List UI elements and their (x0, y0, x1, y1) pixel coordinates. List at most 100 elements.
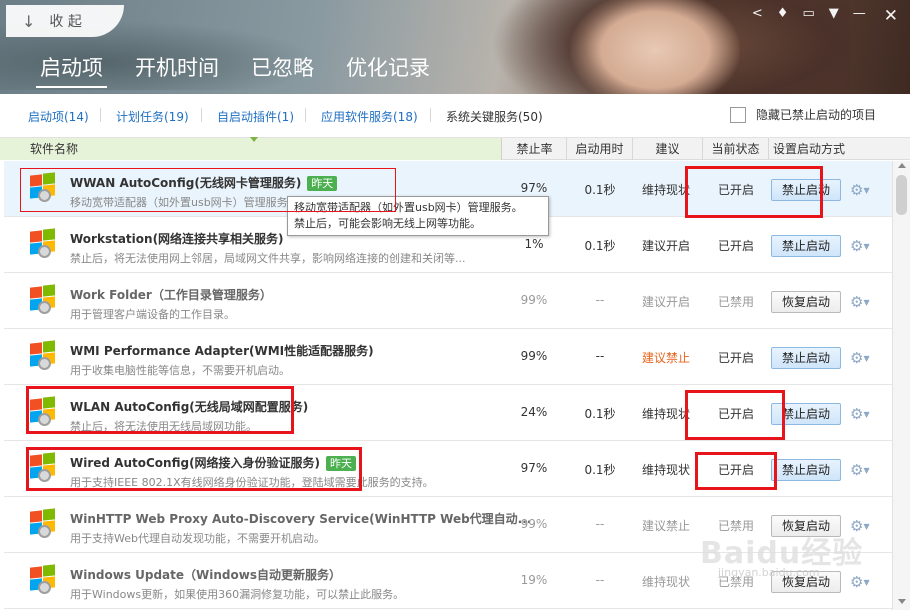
service-description: 禁止后，将无法使用网上邻居，局域网文件共享，影响网络连接的创建和关闭等... (70, 252, 466, 265)
column-rate[interactable]: 禁止率 (503, 138, 567, 160)
column-method: 设置启动方式 (772, 142, 845, 156)
close-icon[interactable]: ✕ (884, 6, 898, 26)
disable-rate: 97% (520, 181, 548, 195)
highlight-box (695, 452, 777, 490)
suggestion: 维持现状 (641, 575, 690, 589)
windows-service-icon (28, 508, 58, 538)
hide-disabled-checkbox[interactable] (729, 106, 746, 123)
subtab-scheduled-tasks[interactable]: 计划任务(19) (116, 108, 189, 125)
highlight-box (685, 390, 785, 440)
divider (100, 108, 101, 122)
startup-time: -- (595, 517, 605, 531)
header-banner: ↓ 收 起 < ♦ ▭ ▼ — ✕ 启动项 开机时间 已忽略 优化记录 (0, 0, 910, 94)
feedback-icon[interactable]: ▭ (802, 6, 814, 26)
suggestion: 建议开启 (641, 295, 690, 309)
subtab-system-services[interactable]: 系统关键服务(50) (446, 108, 543, 125)
windows-service-icon (28, 340, 58, 370)
window-controls: < ♦ ▭ ▼ — ✕ (752, 6, 898, 26)
current-state: 已禁用 (717, 295, 754, 309)
tab-boot-time[interactable]: 开机时间 (131, 52, 223, 88)
current-state: 已开启 (717, 239, 754, 253)
hide-disabled-label: 隐藏已禁止启动的项目 (755, 108, 876, 122)
tooltip-line: 禁止后，可能会影响无线上网等功能。 (294, 217, 481, 230)
disable-startup-button[interactable]: 禁止启动 (771, 347, 841, 369)
suggestion: 建议禁止 (641, 519, 690, 533)
disable-rate: 99% (520, 293, 548, 307)
disable-rate: 24% (520, 405, 548, 419)
service-description: 用于收集电脑性能等信息，不需要开机启动。 (70, 364, 290, 377)
startup-time: 0.1秒 (584, 407, 616, 421)
windows-service-icon (28, 228, 58, 258)
tab-history[interactable]: 优化记录 (342, 52, 434, 88)
highlight-box (685, 166, 823, 218)
startup-time: 0.1秒 (584, 183, 616, 197)
service-title: WMI Performance Adapter(WMI性能适配器服务) (70, 344, 374, 358)
subtab-startup-items[interactable]: 启动项(14) (28, 108, 89, 125)
settings-gear-icon[interactable]: ⚙▼ (850, 461, 870, 479)
disable-rate: 19% (520, 573, 548, 587)
column-name-label: 软件名称 (30, 142, 79, 156)
share-icon[interactable]: < (752, 6, 763, 26)
subtab-app-services[interactable]: 应用软件服务(18) (321, 108, 418, 125)
highlight-box (26, 386, 294, 434)
divider (430, 108, 431, 122)
settings-gear-icon[interactable]: ⚙▼ (850, 349, 870, 367)
windows-service-icon (28, 564, 58, 594)
scrollbar[interactable] (892, 161, 910, 610)
column-suggest: 建议 (633, 138, 703, 160)
sort-indicator-icon (250, 137, 258, 142)
suggestion: 建议禁止 (641, 351, 690, 365)
service-title: Work Folder（工作目录管理服务） (70, 288, 272, 302)
service-title: Workstation(网络连接共享相关服务) (70, 232, 284, 246)
startup-time: -- (595, 293, 605, 307)
windows-service-icon (28, 284, 58, 314)
column-state: 当前状态 (703, 138, 769, 160)
settings-gear-icon[interactable]: ⚙▼ (850, 573, 870, 591)
divider (201, 108, 202, 122)
hide-disabled-option[interactable]: 隐藏已禁止启动的项目 (729, 106, 876, 123)
restore-startup-button[interactable]: 恢复启动 (771, 291, 841, 313)
banner-photo-hand (570, 0, 740, 94)
startup-time: -- (595, 573, 605, 587)
highlight-box (26, 447, 362, 491)
settings-gear-icon[interactable]: ⚙▼ (850, 405, 870, 423)
disable-startup-button[interactable]: 禁止启动 (771, 235, 841, 257)
disable-rate: 99% (520, 517, 548, 531)
main-tabs: 启动项 开机时间 已忽略 优化记录 (36, 52, 434, 88)
settings-gear-icon[interactable]: ⚙▼ (850, 181, 870, 199)
arrow-down-icon: ↓ (22, 11, 36, 31)
subtab-plugins[interactable]: 自启动插件(1) (217, 108, 294, 125)
column-time[interactable]: 启动用时 (567, 138, 633, 160)
shirt-icon[interactable]: ♦ (777, 6, 789, 26)
collapse-label: 收 起 (49, 14, 82, 30)
wifi-icon[interactable]: ▼ (829, 6, 839, 26)
disable-rate: 99% (520, 349, 548, 363)
suggestion: 维持现状 (641, 463, 690, 477)
sub-tabs: 启动项(14) 计划任务(19) 自启动插件(1) 应用软件服务(18) 系统关… (0, 94, 910, 138)
minimize-icon[interactable]: — (853, 6, 866, 26)
highlight-box (20, 168, 396, 212)
scroll-down-icon[interactable] (898, 599, 906, 604)
disable-startup-button[interactable]: 禁止启动 (771, 459, 841, 481)
table-row[interactable]: Work Folder（工作目录管理服务） 用于管理客户端设备的工作目录。 99… (4, 273, 892, 329)
settings-gear-icon[interactable]: ⚙▼ (850, 237, 870, 255)
collapse-button[interactable]: ↓ 收 起 (6, 5, 124, 37)
settings-gear-icon[interactable]: ⚙▼ (850, 293, 870, 311)
startup-time: 0.1秒 (584, 239, 616, 253)
disable-rate: 97% (520, 461, 548, 475)
tab-startup[interactable]: 启动项 (36, 52, 107, 88)
scroll-thumb[interactable] (896, 175, 907, 215)
startup-time: 0.1秒 (584, 463, 616, 477)
service-description: 用于Windows更新，如果使用360漏洞修复功能，可以禁止此服务。 (70, 588, 405, 601)
baidu-watermark-url: jingyan.baidu.com (718, 566, 820, 579)
tab-ignored[interactable]: 已忽略 (247, 52, 318, 88)
current-state: 已开启 (717, 351, 754, 365)
disable-rate: 1% (524, 237, 544, 251)
service-title: WinHTTP Web Proxy Auto-Discovery Service… (70, 512, 532, 526)
suggestion: 建议开启 (641, 239, 690, 253)
startup-time: -- (595, 349, 605, 363)
table-row[interactable]: WMI Performance Adapter(WMI性能适配器服务) 用于收集… (4, 329, 892, 385)
divider (305, 108, 306, 122)
column-header: 软件名称 禁止率 启动用时 建议 当前状态 设置启动方式 (0, 137, 910, 160)
scroll-up-icon[interactable] (898, 163, 906, 168)
